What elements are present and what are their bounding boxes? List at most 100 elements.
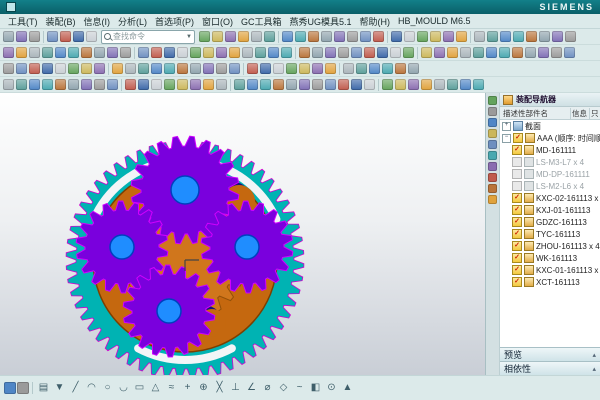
resource-bar-icon[interactable] (488, 184, 497, 193)
toolbar-icon[interactable] (273, 63, 284, 74)
toolbar-icon[interactable] (264, 31, 275, 42)
toolbar-icon[interactable] (94, 47, 105, 58)
toolbar-icon[interactable] (42, 63, 53, 74)
visibility-checkbox[interactable]: ✓ (512, 253, 522, 263)
tree-row-component[interactable]: LS-M2-L6 x 4 (500, 180, 600, 192)
visibility-checkbox[interactable]: ✓ (512, 217, 522, 227)
toolbar-icon[interactable] (138, 79, 149, 90)
toolbar-icon[interactable] (177, 79, 188, 90)
sketch-tool-icon[interactable]: △ (148, 380, 163, 396)
toolbar-icon[interactable] (373, 31, 384, 42)
visibility-checkbox[interactable]: ✓ (512, 229, 522, 239)
toolbar-icon[interactable] (338, 79, 349, 90)
toolbar-icon[interactable] (525, 47, 536, 58)
toolbar-icon[interactable] (456, 31, 467, 42)
resource-bar-icon[interactable] (488, 107, 497, 116)
sketch-tool-icon[interactable]: ⊕ (196, 380, 211, 396)
column-info[interactable]: 信息 (570, 108, 589, 119)
toolbar-icon[interactable] (29, 31, 40, 42)
toolbar-icon[interactable] (177, 47, 188, 58)
menu-item[interactable]: GC工具箱 (237, 15, 286, 28)
toolbar-icon[interactable] (474, 31, 485, 42)
resource-bar-icon[interactable] (488, 129, 497, 138)
toolbar-icon[interactable] (3, 79, 14, 90)
toolbar-icon[interactable] (391, 31, 402, 42)
toolbar-icon[interactable] (338, 47, 349, 58)
toolbar-icon[interactable] (16, 47, 27, 58)
tree-row-sections[interactable]: +截面 (500, 120, 600, 132)
planet-hub[interactable] (157, 299, 181, 323)
sketch-tool-icon[interactable]: ○ (100, 380, 115, 396)
toolbar-icon[interactable] (164, 63, 175, 74)
toolbar-icon[interactable] (255, 47, 266, 58)
toolbar-icon[interactable] (512, 47, 523, 58)
toolbar-icon[interactable] (225, 31, 236, 42)
toolbar-icon[interactable] (286, 79, 297, 90)
toolbar-icon[interactable] (538, 47, 549, 58)
menu-item[interactable]: 燕秀UG模具5.1 (286, 15, 356, 28)
toolbar-icon[interactable] (260, 63, 271, 74)
toolbar-icon[interactable] (55, 47, 66, 58)
visibility-checkbox[interactable] (512, 181, 522, 191)
toolbar-icon[interactable] (325, 79, 336, 90)
toolbar-icon[interactable] (238, 31, 249, 42)
menu-item[interactable]: 分析(L) (114, 15, 151, 28)
toolbar-icon[interactable] (203, 79, 214, 90)
toolbar-icon[interactable] (216, 79, 227, 90)
toolbar-icon[interactable] (434, 47, 445, 58)
toolbar-icon[interactable] (125, 79, 136, 90)
toolbar-icon[interactable] (29, 79, 40, 90)
toolbar-icon[interactable] (364, 47, 375, 58)
toolbar-icon[interactable] (487, 31, 498, 42)
planet-hub[interactable] (110, 235, 134, 259)
toolbar-icon[interactable] (260, 79, 271, 90)
toolbar-icon[interactable] (55, 79, 66, 90)
command-search-input[interactable] (113, 32, 186, 42)
sketch-tool-icon[interactable]: ⊙ (324, 380, 339, 396)
toolbar-icon[interactable] (325, 63, 336, 74)
toolbar-icon[interactable] (273, 79, 284, 90)
tree-row-component[interactable]: ✓XCT-161113 (500, 276, 600, 288)
toolbar-icon[interactable] (473, 79, 484, 90)
toolbar-icon[interactable] (16, 63, 27, 74)
toolbar-icon[interactable] (564, 47, 575, 58)
toolbar-icon[interactable] (164, 79, 175, 90)
toolbar-icon[interactable] (343, 63, 354, 74)
sketch-tool-icon[interactable]: ∠ (244, 380, 259, 396)
resource-bar-icon[interactable] (488, 173, 497, 182)
toolbar-icon[interactable] (281, 47, 292, 58)
sketch-tool-icon[interactable]: ╳ (212, 380, 227, 396)
graphics-window[interactable] (0, 93, 485, 375)
visibility-checkbox[interactable]: ✓ (512, 145, 522, 155)
toolbar-icon[interactable] (216, 63, 227, 74)
column-descriptive-part-name[interactable]: 描述性部件名 (500, 108, 570, 119)
toolbar-icon[interactable] (247, 63, 258, 74)
toolbar-icon[interactable] (408, 79, 419, 90)
preview-section-bar[interactable]: 预览 ▴ (500, 347, 600, 361)
toolbar-icon[interactable] (443, 31, 454, 42)
toolbar-icon[interactable] (395, 79, 406, 90)
toolbar-icon[interactable] (299, 63, 310, 74)
resource-bar-icon[interactable] (488, 118, 497, 127)
resource-bar-icon[interactable] (488, 162, 497, 171)
toolbar-icon[interactable] (29, 63, 40, 74)
toolbar-icon[interactable] (151, 47, 162, 58)
tree-row-assembly-root[interactable]: −✓AAA (顺序: 时间顺序) (500, 132, 600, 144)
toolbar-icon[interactable] (94, 79, 105, 90)
toolbar-icon[interactable] (216, 47, 227, 58)
menu-item[interactable]: 窗口(O) (198, 15, 237, 28)
toolbar-icon[interactable] (251, 31, 262, 42)
toolbar-icon[interactable] (234, 79, 245, 90)
sketch-tool-icon[interactable]: ≈ (164, 380, 179, 396)
toolbar-icon[interactable] (68, 63, 79, 74)
toolbar-icon[interactable] (552, 31, 563, 42)
toolbar-icon[interactable] (86, 31, 97, 42)
toolbar-icon[interactable] (60, 31, 71, 42)
toolbar-icon[interactable] (229, 47, 240, 58)
toolbar-icon[interactable] (334, 31, 345, 42)
toolbar-icon[interactable] (403, 47, 414, 58)
toolbar-icon[interactable] (395, 63, 406, 74)
toolbar-icon[interactable] (138, 63, 149, 74)
toolbar-icon[interactable] (421, 47, 432, 58)
toolbar-icon[interactable] (565, 31, 576, 42)
